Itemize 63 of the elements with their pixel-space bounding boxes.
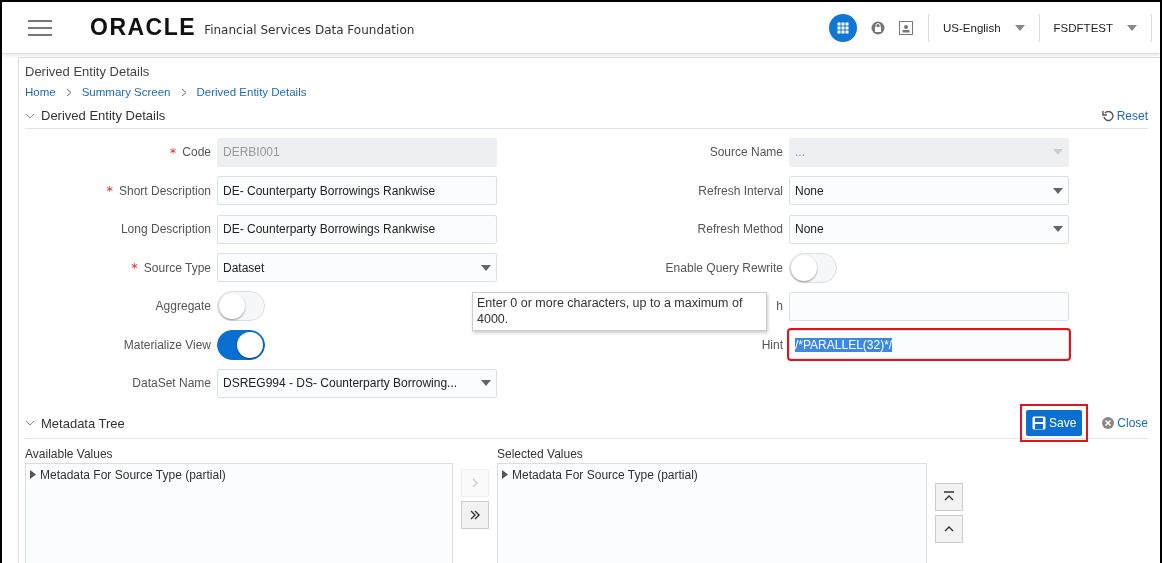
- contact-card-icon[interactable]: [899, 20, 914, 35]
- field-label: Long Description: [120, 222, 211, 237]
- chevron-right-icon: [65, 87, 72, 97]
- tooltip: Enter 0 or more characters, up to a maximum of 4000.: [472, 292, 767, 332]
- field-label: Aggregate: [155, 299, 211, 314]
- field-label: Materialize View: [123, 337, 211, 352]
- field-label: Code: [182, 145, 211, 160]
- menu-icon[interactable]: [28, 19, 52, 36]
- grid-icon[interactable]: [829, 13, 858, 42]
- tree-item[interactable]: Metadata For Source Type (partial): [30, 467, 448, 482]
- list-label: Selected Values: [497, 446, 584, 461]
- breadcrumb-link[interactable]: Summary Screen: [81, 86, 171, 98]
- input-field[interactable]: [789, 291, 1069, 321]
- caret-icon: [481, 380, 491, 387]
- chevron-right-icon: [180, 87, 187, 97]
- caret-icon: [1053, 149, 1063, 156]
- caret-icon: [481, 264, 491, 271]
- select-field[interactable]: None: [789, 214, 1069, 244]
- field-label: Source Name: [709, 145, 783, 160]
- lock-icon[interactable]: [871, 20, 886, 35]
- caret-icon: [1053, 226, 1063, 233]
- field-label: Enable Query Rewrite: [665, 260, 783, 275]
- select-field[interactable]: Dataset: [217, 253, 497, 283]
- order-button[interactable]: [935, 482, 963, 511]
- reset-button[interactable]: Reset: [1101, 108, 1148, 123]
- input-field[interactable]: DE- Counterparty Borrowings Rankwise: [217, 214, 497, 244]
- field-label: DataSet Name: [132, 376, 211, 391]
- move-button[interactable]: [461, 500, 489, 529]
- section-title: Metadata Tree: [41, 415, 125, 431]
- section-title: Derived Entity Details: [41, 108, 166, 123]
- field-label: h: [776, 299, 783, 314]
- user-menu[interactable]: FSDFTEST: [1047, 21, 1143, 34]
- breadcrumb-link[interactable]: Home: [25, 86, 56, 98]
- close-button[interactable]: Close: [1102, 416, 1148, 430]
- save-button[interactable]: Save: [1025, 410, 1083, 436]
- field-label: Short Description: [118, 183, 211, 198]
- page-title: Derived Entity Details: [25, 64, 151, 79]
- field-label: Source Type: [143, 260, 211, 275]
- caret-icon: [1127, 24, 1137, 31]
- field-label: Hint: [761, 337, 783, 352]
- order-button[interactable]: [935, 514, 963, 543]
- close-icon: [1102, 417, 1115, 429]
- chevron-down-icon[interactable]: [25, 112, 35, 119]
- language-menu[interactable]: US-English: [937, 21, 1031, 34]
- toggle-switch[interactable]: [217, 329, 265, 360]
- required-mark: *: [106, 183, 113, 199]
- select-field[interactable]: DSREG994 - DS- Counterparty Borrowing...: [217, 368, 497, 398]
- tree-item[interactable]: Metadata For Source Type (partial): [502, 467, 922, 482]
- caret-icon: [1053, 187, 1063, 194]
- logo: ORACLE: [90, 14, 197, 41]
- field-label: Refresh Interval: [698, 183, 783, 198]
- field-label: Refresh Method: [697, 222, 783, 237]
- reset-icon: [1101, 109, 1114, 122]
- breadcrumb-link[interactable]: Derived Entity Details: [196, 86, 307, 98]
- required-mark: *: [169, 144, 177, 160]
- chevron-down-icon[interactable]: [25, 420, 35, 426]
- product-name: Financial Services Data Foundation: [204, 22, 415, 37]
- input-field[interactable]: /*PARALLEL(32)*/: [789, 330, 1069, 360]
- required-mark: *: [131, 260, 138, 276]
- select-field[interactable]: None: [789, 176, 1069, 206]
- list-label: Available Values: [25, 446, 114, 461]
- caret-icon: [1014, 24, 1025, 31]
- input-field[interactable]: DE- Counterparty Borrowings Rankwise: [217, 176, 497, 206]
